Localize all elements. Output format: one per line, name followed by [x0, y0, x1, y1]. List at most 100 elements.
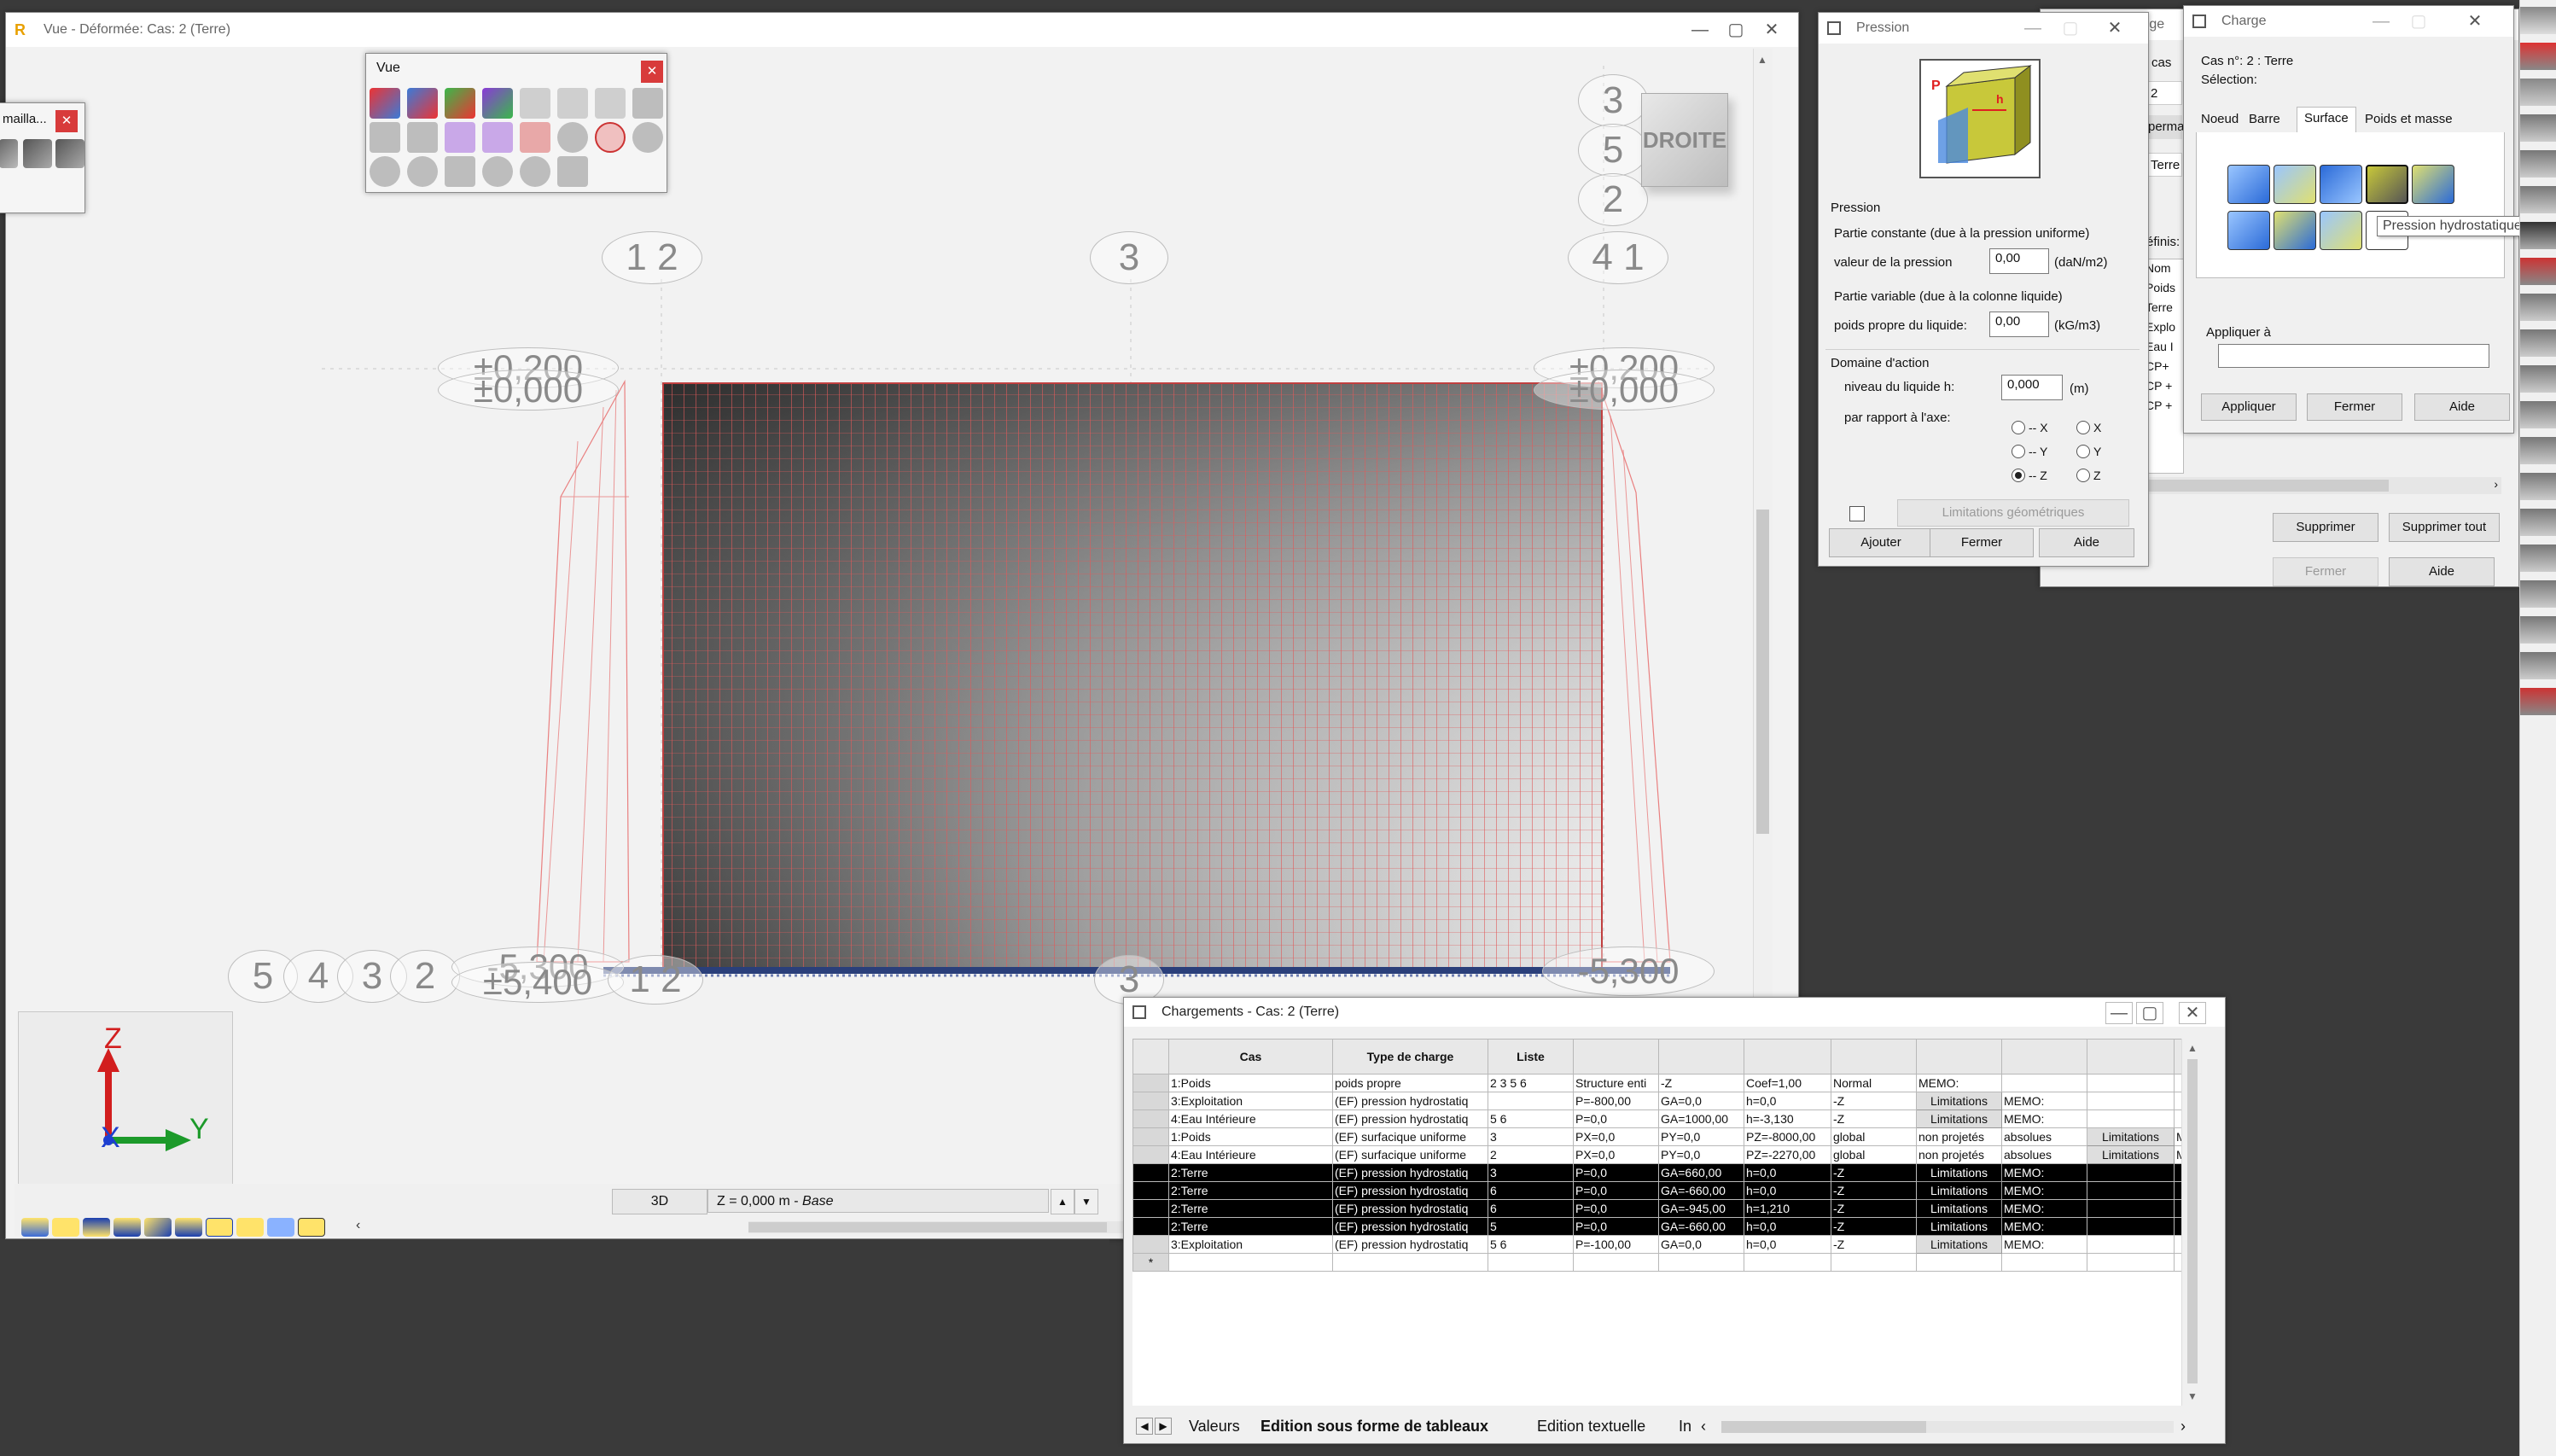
- zoom-all-icon[interactable]: [632, 122, 663, 153]
- row-header[interactable]: [1132, 1163, 1169, 1182]
- minimize-icon[interactable]: —: [1687, 20, 1713, 40]
- row-header[interactable]: [1132, 1235, 1169, 1254]
- side-tool-2-icon[interactable]: [2520, 43, 2556, 70]
- table-cell[interactable]: P=0,0: [1573, 1163, 1659, 1182]
- minimize-icon[interactable]: —: [2105, 1002, 2133, 1024]
- column-header[interactable]: [2087, 1039, 2175, 1075]
- table-cell[interactable]: [2087, 1253, 2175, 1272]
- display-tool-3-icon[interactable]: [83, 1218, 110, 1237]
- table-cell[interactable]: [1831, 1253, 1917, 1272]
- table-cell[interactable]: 3:Exploitation: [1168, 1092, 1333, 1110]
- tabs-hscroll-right-icon[interactable]: ›: [2180, 1418, 2186, 1436]
- poids-propre-input[interactable]: 0,00: [1989, 312, 2049, 337]
- radio-y[interactable]: [2076, 445, 2090, 458]
- side-tool-16-icon[interactable]: [2520, 545, 2556, 572]
- table-cell[interactable]: 4:Eau Intérieure: [1168, 1145, 1333, 1164]
- table-cell[interactable]: 3: [1488, 1163, 1574, 1182]
- table-row[interactable]: 2:Terre (EF) pression hydrostatiq 6 P=0,0 GA…: [1132, 1199, 2203, 1218]
- table-cell[interactable]: h=-3,130: [1744, 1109, 1831, 1128]
- radio-x[interactable]: [2076, 421, 2090, 434]
- table-cell[interactable]: P=0,0: [1573, 1181, 1659, 1200]
- tab-barre[interactable]: Barre: [2249, 112, 2280, 126]
- niveau-liquide-input[interactable]: 0,000: [2001, 375, 2063, 400]
- view-next-icon[interactable]: [407, 156, 438, 187]
- table-cell[interactable]: -Z: [1831, 1235, 1917, 1254]
- side-tool-7-icon[interactable]: [2520, 222, 2556, 249]
- row-header[interactable]: [1132, 1181, 1169, 1200]
- table-cell[interactable]: h=0,0: [1744, 1181, 1831, 1200]
- view-axis-1-icon[interactable]: [520, 88, 550, 119]
- row-header[interactable]: [1132, 1092, 1169, 1110]
- status-mode[interactable]: 3D: [612, 1189, 707, 1214]
- table-cell[interactable]: (EF) surfacique uniforme: [1332, 1127, 1488, 1146]
- maximize-icon[interactable]: ▢: [2406, 11, 2431, 32]
- table-cell[interactable]: (EF) pression hydrostatiq: [1332, 1092, 1488, 1110]
- table-cell[interactable]: Limitations: [1916, 1109, 2002, 1128]
- surface-contour-load-icon[interactable]: [2412, 165, 2454, 204]
- close-icon[interactable]: ✕: [2462, 11, 2488, 32]
- maximize-icon[interactable]: ▢: [2136, 1002, 2163, 1024]
- close-icon[interactable]: ✕: [1759, 20, 1785, 40]
- row-header[interactable]: [1132, 1199, 1169, 1218]
- table-cell[interactable]: P=0,0: [1573, 1199, 1659, 1218]
- status-level[interactable]: Z = 0,000 m - Base: [707, 1189, 1049, 1213]
- view-tool-5-icon[interactable]: [520, 156, 550, 187]
- maximize-icon[interactable]: ▢: [1723, 20, 1749, 40]
- view-xz-icon[interactable]: [407, 88, 438, 119]
- table-cell[interactable]: absolues: [2001, 1127, 2087, 1146]
- table-cell[interactable]: MEMO:: [2001, 1217, 2087, 1236]
- column-header[interactable]: Cas: [1168, 1039, 1333, 1075]
- row-header[interactable]: [1132, 1074, 1169, 1092]
- table-cell[interactable]: Structure enti: [1573, 1074, 1659, 1092]
- tab-in[interactable]: In: [1679, 1418, 1691, 1436]
- rotate-3d-icon[interactable]: [445, 122, 475, 153]
- surface-load-2-1-icon[interactable]: [2227, 211, 2270, 250]
- charge-aide-button[interactable]: Aide: [2414, 393, 2510, 421]
- axis-orbit-icon[interactable]: [520, 122, 550, 153]
- table-cell[interactable]: 4:Eau Intérieure: [1168, 1109, 1333, 1128]
- table-row[interactable]: 4:Eau Intérieure (EF) surfacique uniforme…: [1132, 1145, 2203, 1164]
- ajouter-button[interactable]: Ajouter: [1829, 528, 1933, 557]
- level-down-arrow[interactable]: ▼: [1074, 1189, 1098, 1214]
- table-cell[interactable]: Limitations: [1916, 1163, 2002, 1182]
- surface-3point-load-icon[interactable]: [2320, 165, 2362, 204]
- side-tool-11-icon[interactable]: [2520, 365, 2556, 393]
- table-cell[interactable]: [1488, 1253, 1574, 1272]
- table-cell[interactable]: GA=-660,00: [1658, 1217, 1744, 1236]
- radio-z[interactable]: [2076, 469, 2090, 482]
- table-cell[interactable]: P=0,0: [1573, 1109, 1659, 1128]
- view-3d-xyz-icon[interactable]: [370, 88, 400, 119]
- pression-titlebar[interactable]: Pression — ▢ ✕: [1819, 13, 2148, 44]
- side-tool-5-icon[interactable]: [2520, 150, 2556, 178]
- side-tool-10-icon[interactable]: [2520, 329, 2556, 357]
- table-cell[interactable]: (EF) pression hydrostatiq: [1332, 1181, 1488, 1200]
- side-tool-14-icon[interactable]: [2520, 473, 2556, 500]
- display-tool-9-icon[interactable]: [267, 1218, 294, 1237]
- zoom-icon[interactable]: [557, 122, 588, 153]
- table-cell[interactable]: -Z: [1831, 1092, 1917, 1110]
- table-row[interactable]: 4:Eau Intérieure (EF) pression hydrostati…: [1132, 1109, 2203, 1128]
- column-header[interactable]: [1916, 1039, 2002, 1075]
- table-cell[interactable]: [2087, 1092, 2175, 1110]
- table-cell[interactable]: [2087, 1163, 2175, 1182]
- table-cell[interactable]: MEMO:: [2001, 1092, 2087, 1110]
- table-cell[interactable]: GA=660,00: [1658, 1163, 1744, 1182]
- side-tool-12-icon[interactable]: [2520, 401, 2556, 428]
- column-header[interactable]: Liste: [1488, 1039, 1574, 1075]
- table-cell[interactable]: (EF) pression hydrostatiq: [1332, 1199, 1488, 1218]
- table-cell[interactable]: 2:Terre: [1168, 1199, 1333, 1218]
- table-cell[interactable]: MEMO:: [2001, 1109, 2087, 1128]
- table-new-row[interactable]: *: [1132, 1253, 2203, 1272]
- table-cell[interactable]: (EF) surfacique uniforme: [1332, 1145, 1488, 1164]
- side-tool-13-icon[interactable]: [2520, 437, 2556, 464]
- side-tool-4-icon[interactable]: [2520, 114, 2556, 142]
- table-row[interactable]: 3:Exploitation (EF) pression hydrostatiq P…: [1132, 1092, 2203, 1110]
- side-tool-1-icon[interactable]: [2520, 7, 2556, 34]
- table-cell[interactable]: 6: [1488, 1181, 1574, 1200]
- table-cell[interactable]: -Z: [1831, 1217, 1917, 1236]
- side-tool-9-icon[interactable]: [2520, 294, 2556, 321]
- table-cell[interactable]: 1:Poids: [1168, 1074, 1333, 1092]
- side-tool-20-icon[interactable]: [2520, 688, 2556, 715]
- display-tool-5-icon[interactable]: [144, 1218, 172, 1237]
- grid-vertical-scrollbar[interactable]: ▲ ▼: [2181, 1039, 2203, 1406]
